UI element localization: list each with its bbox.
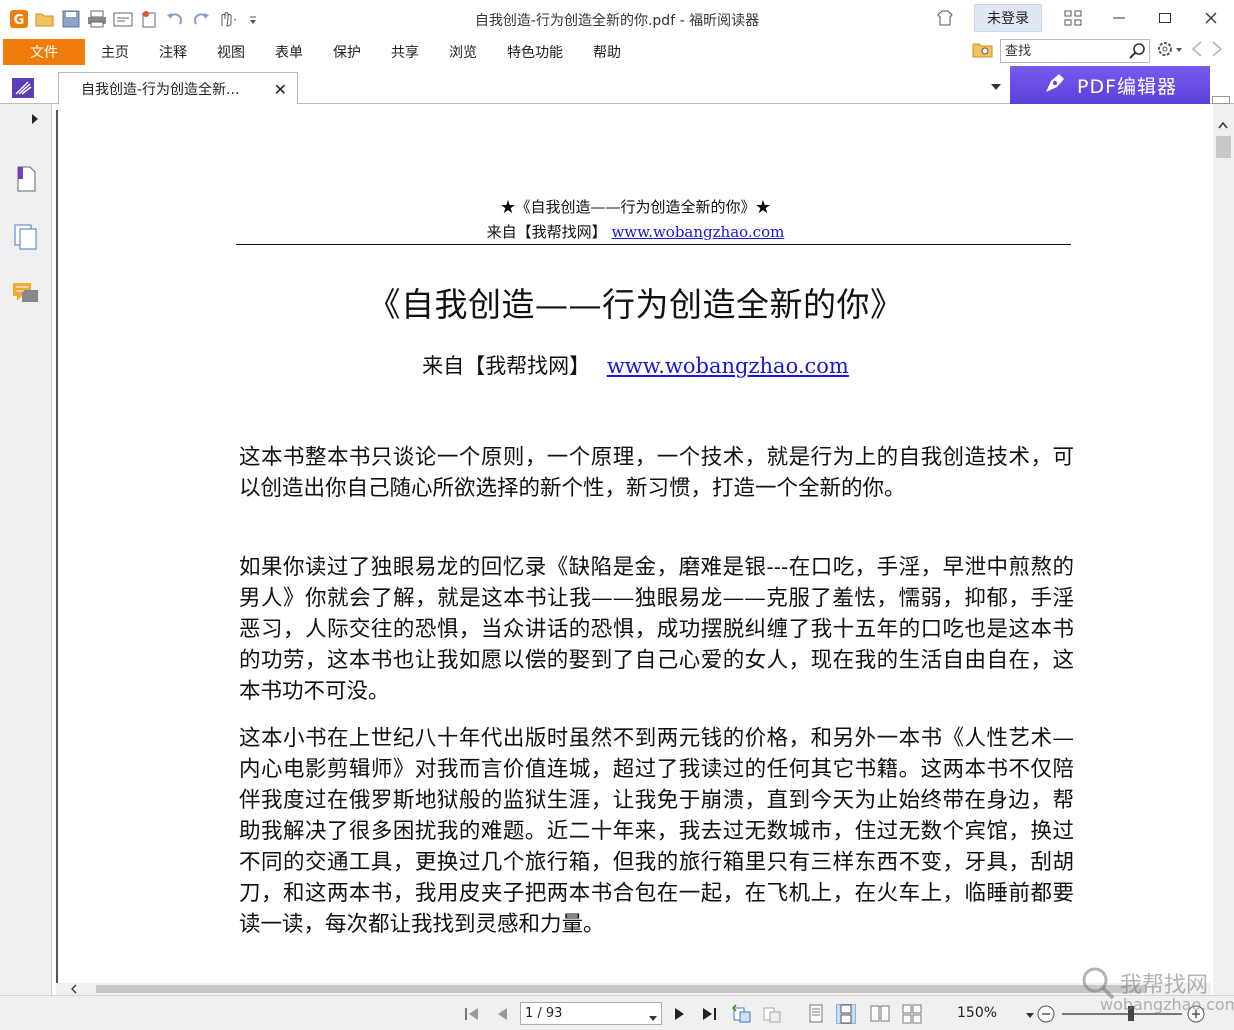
- paragraph: 这本书整本书只谈论一个原则，一个原理，一个技术，就是行为上的自我创造技术，可以创…: [239, 445, 1074, 501]
- ribbon-toggle-icon[interactable]: [1050, 1, 1096, 35]
- scan-icon[interactable]: [112, 9, 133, 30]
- previous-view-icon[interactable]: [732, 1004, 752, 1024]
- page-header-title: ★《自我创造——行为创造全新的你》★: [500, 198, 771, 216]
- svg-text:G: G: [13, 13, 24, 28]
- collapse-ribbon-icon[interactable]: [1212, 96, 1230, 104]
- continuous-view-icon[interactable]: [836, 1004, 856, 1024]
- expand-panel-icon[interactable]: [30, 112, 40, 130]
- document-tab[interactable]: 自我创造-行为创造全新... ✕: [58, 72, 298, 104]
- redo-icon[interactable]: [190, 9, 211, 30]
- comments-icon[interactable]: [12, 279, 40, 309]
- status-bar: 1 / 93 150%: [0, 995, 1234, 1030]
- document-source-prefix: 来自【我帮找网】: [422, 354, 591, 378]
- menu-comment[interactable]: 注释: [159, 42, 187, 62]
- ribbon-menu-bar: 文件 主页 注释 视图 表单 保护 共享 浏览 特色功能 帮助: [0, 38, 1234, 66]
- navigation-panel: [0, 104, 52, 995]
- pdf-page: ★《自我创造——行为创造全新的你》★ 来自【我帮找网】 www.wobangzh…: [58, 110, 1211, 985]
- document-title: 《自我创造——行为创造全新的你》: [367, 285, 904, 324]
- pages-thumbnail-icon[interactable]: [12, 222, 40, 252]
- menu-file[interactable]: 文件: [3, 39, 85, 65]
- document-tab-label: 自我创造-行为创造全新...: [81, 81, 240, 98]
- bookmarks-icon[interactable]: [12, 164, 40, 194]
- tab-close-icon[interactable]: ✕: [274, 80, 287, 99]
- search-next-icon[interactable]: [1210, 40, 1224, 62]
- single-page-view-icon[interactable]: [806, 1004, 826, 1024]
- foxit-logo-icon[interactable]: G: [8, 9, 29, 30]
- search-icon[interactable]: [1128, 42, 1146, 64]
- vertical-scroll-thumb[interactable]: [1216, 136, 1231, 158]
- document-source: 来自【我帮找网】 www.wobangzhao.com: [58, 350, 1211, 380]
- document-view[interactable]: ★《自我创造——行为创造全新的你》★ 来自【我帮找网】 www.wobangzh…: [56, 110, 1211, 985]
- vertical-scrollbar[interactable]: [1213, 104, 1234, 995]
- title-right-controls: 未登录: [922, 0, 1234, 36]
- next-page-icon[interactable]: [670, 1004, 690, 1024]
- menu-protect[interactable]: 保护: [333, 42, 361, 62]
- page-dropdown-icon[interactable]: [649, 1011, 657, 1026]
- page-header-source: 来自【我帮找网】 www.wobangzhao.com: [58, 221, 1211, 242]
- undo-icon[interactable]: [164, 9, 185, 30]
- facing-view-icon[interactable]: [870, 1004, 890, 1024]
- minimize-button[interactable]: [1096, 1, 1142, 35]
- quick-access-toolbar: G: [0, 9, 263, 30]
- hand-tool-icon[interactable]: [216, 9, 237, 30]
- login-button[interactable]: 未登录: [974, 4, 1042, 32]
- first-page-icon[interactable]: [462, 1004, 482, 1024]
- tab-list-dropdown-icon[interactable]: [990, 80, 1002, 95]
- print-icon[interactable]: [86, 9, 107, 30]
- menu-features[interactable]: 特色功能: [507, 42, 563, 62]
- page-number-field[interactable]: 1 / 93: [520, 1002, 662, 1025]
- last-page-icon[interactable]: [700, 1004, 720, 1024]
- title-bar: G 自我创造-行为创造全新的你.pdf - 福昕阅读器 未登录: [0, 0, 1234, 38]
- customize-toolbar-icon[interactable]: [242, 9, 263, 30]
- scroll-up-icon[interactable]: [1218, 118, 1228, 133]
- new-document-icon[interactable]: [138, 9, 159, 30]
- next-view-icon[interactable]: [762, 1004, 782, 1024]
- folder-search-icon[interactable]: [972, 39, 994, 63]
- pdf-editor-label: PDF编辑器: [1076, 75, 1178, 98]
- menu-form[interactable]: 表单: [275, 42, 303, 62]
- zoom-out-icon[interactable]: [1036, 1004, 1056, 1024]
- search-box: [1000, 39, 1150, 63]
- zoom-level[interactable]: 150%: [957, 1005, 997, 1021]
- paragraph: 如果你读过了独眼易龙的回忆录《缺陷是金，磨难是银---在口吃，手淫，早泄中煎熬的…: [239, 555, 1074, 704]
- watermark: 我帮找网 wobangzhao.com: [1080, 965, 1234, 1025]
- search-area: [972, 39, 1224, 63]
- document-source-link[interactable]: www.wobangzhao.com: [607, 354, 849, 378]
- search-previous-icon[interactable]: [1190, 40, 1204, 62]
- open-folder-icon[interactable]: [34, 9, 55, 30]
- horizontal-scrollbar[interactable]: [56, 983, 1211, 995]
- document-tab-bar: 自我创造-行为创造全新... ✕ PDF编辑器: [0, 66, 1234, 104]
- close-button[interactable]: [1188, 1, 1234, 35]
- maximize-button[interactable]: [1142, 1, 1188, 35]
- menu-share[interactable]: 共享: [391, 42, 419, 62]
- previous-page-icon[interactable]: [492, 1004, 512, 1024]
- search-input[interactable]: [1005, 43, 1125, 59]
- continuous-facing-view-icon[interactable]: [902, 1004, 922, 1024]
- page-number-value: 1 / 93: [525, 1006, 563, 1021]
- foxit-start-icon[interactable]: [12, 78, 34, 102]
- page-header-link[interactable]: www.wobangzhao.com: [611, 223, 784, 241]
- save-icon[interactable]: [60, 9, 81, 30]
- pen-icon: [1043, 71, 1067, 100]
- pdf-editor-button[interactable]: PDF编辑器: [1010, 66, 1210, 104]
- menu-view[interactable]: 视图: [217, 42, 245, 62]
- skin-icon[interactable]: [922, 1, 968, 35]
- menu-help[interactable]: 帮助: [593, 42, 621, 62]
- menu-home[interactable]: 主页: [101, 42, 129, 62]
- header-rule: [236, 244, 1071, 245]
- page-header-source-prefix: 来自【我帮找网】: [486, 223, 607, 241]
- settings-gear-icon[interactable]: [1156, 40, 1184, 62]
- paragraph: 这本小书在上世纪八十年代出版时虽然不到两元钱的价格，和另外一本书《人性艺术—内心…: [239, 726, 1074, 937]
- menu-browse[interactable]: 浏览: [449, 42, 477, 62]
- watermark-url: wobangzhao.com: [1100, 995, 1234, 1014]
- horizontal-scroll-thumb[interactable]: [96, 985, 1146, 993]
